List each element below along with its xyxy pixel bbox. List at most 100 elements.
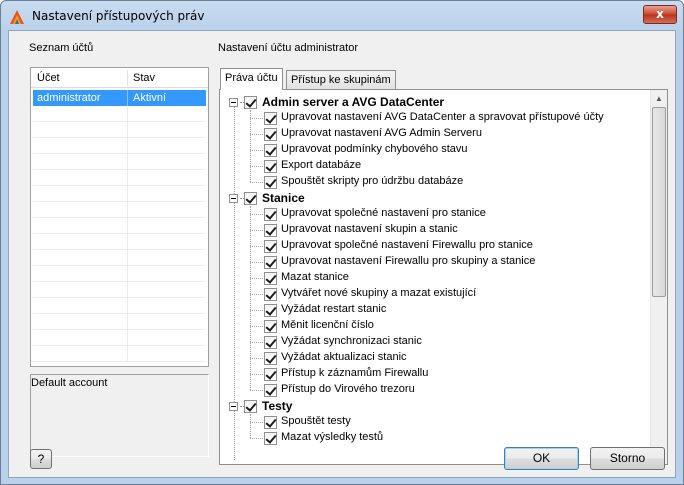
- permission-checkbox[interactable]: [264, 352, 277, 365]
- cancel-button[interactable]: Storno: [590, 447, 665, 470]
- close-icon: x: [656, 7, 664, 21]
- tab-label: Práva účtu: [225, 72, 278, 84]
- permission-checkbox[interactable]: [264, 112, 277, 125]
- permission-item[interactable]: Přístup do Virového trezoru: [220, 382, 650, 398]
- account-name: administrator: [37, 92, 101, 104]
- ok-button[interactable]: OK: [504, 447, 579, 470]
- rights-tree[interactable]: Admin server a AVG DataCenter Upravovat n…: [220, 90, 650, 464]
- collapse-icon[interactable]: [229, 402, 238, 411]
- accounts-list[interactable]: Účet Stav administrator Aktivní: [30, 67, 209, 367]
- tree-group[interactable]: Stanice: [220, 190, 650, 206]
- rights-tree-panel: Admin server a AVG DataCenter Upravovat n…: [219, 89, 668, 465]
- permission-checkbox[interactable]: [264, 368, 277, 381]
- permission-item[interactable]: Upravovat nastavení Firewallu pro skupin…: [220, 254, 650, 270]
- tree-group[interactable]: Testy: [220, 398, 650, 414]
- tree-group[interactable]: Admin server a AVG DataCenter: [220, 94, 650, 110]
- cell-separator: [127, 266, 128, 282]
- empty-row: [33, 330, 206, 346]
- permission-checkbox[interactable]: [264, 240, 277, 253]
- tree-connector: [250, 262, 263, 263]
- empty-row: [33, 282, 206, 298]
- cell-separator: [127, 122, 128, 138]
- permission-label: Spouštět skripty pro údržbu databáze: [281, 175, 464, 187]
- group-checkbox[interactable]: [244, 192, 257, 205]
- permission-checkbox[interactable]: [264, 128, 277, 141]
- scrollbar-thumb[interactable]: [652, 107, 666, 297]
- tree-connector: [250, 358, 263, 359]
- scroll-up-icon[interactable]: ▲: [651, 90, 667, 107]
- permission-checkbox[interactable]: [264, 144, 277, 157]
- permission-item[interactable]: Vyžádat restart stanic: [220, 302, 650, 318]
- permission-checkbox[interactable]: [264, 224, 277, 237]
- title-bar[interactable]: Nastavení přístupových práv x: [1, 1, 683, 31]
- permission-checkbox[interactable]: [264, 160, 277, 173]
- column-header-account[interactable]: Účet: [37, 72, 60, 84]
- permission-item[interactable]: Vyžádat aktualizaci stanic: [220, 350, 650, 366]
- empty-row: [33, 266, 206, 282]
- tree-connector: [250, 326, 263, 327]
- close-button[interactable]: x: [643, 5, 677, 24]
- permission-item[interactable]: Spouštět skripty pro údržbu databáze: [220, 174, 650, 190]
- permission-checkbox[interactable]: [264, 384, 277, 397]
- group-checkbox[interactable]: [244, 96, 257, 109]
- group-checkbox[interactable]: [244, 400, 257, 413]
- tree-connector: [250, 294, 263, 295]
- cell-separator: [127, 138, 128, 154]
- permission-item[interactable]: Mazat výsledky testů: [220, 430, 650, 446]
- permission-item[interactable]: Upravovat nastavení skupin a stanic: [220, 222, 650, 238]
- tab-account-rights[interactable]: Práva účtu: [220, 68, 283, 90]
- cell-separator: [127, 90, 128, 106]
- collapse-icon[interactable]: [229, 194, 238, 203]
- permission-checkbox[interactable]: [264, 272, 277, 285]
- permission-checkbox[interactable]: [264, 336, 277, 349]
- cell-separator: [127, 186, 128, 202]
- permission-item[interactable]: Upravovat nastavení AVG Admin Serveru: [220, 126, 650, 142]
- permission-label: Spouštět testy: [281, 415, 351, 427]
- cell-separator: [127, 330, 128, 346]
- group-label: Testy: [262, 399, 293, 413]
- empty-row: [33, 186, 206, 202]
- permission-item[interactable]: Vyžádat synchronizaci stanic: [220, 334, 650, 350]
- vertical-scrollbar[interactable]: ▲ ▼: [650, 90, 667, 464]
- permission-checkbox[interactable]: [264, 304, 277, 317]
- permission-item[interactable]: Spouštět testy: [220, 414, 650, 430]
- permission-label: Upravovat nastavení skupin a stanic: [281, 223, 458, 235]
- cell-separator: [127, 154, 128, 170]
- tree-connector: [250, 438, 263, 439]
- column-header-status[interactable]: Stav: [133, 72, 155, 84]
- permission-checkbox[interactable]: [264, 176, 277, 189]
- empty-row: [33, 122, 206, 138]
- permission-label: Přístup k záznamům Firewallu: [281, 367, 429, 379]
- cell-separator: [127, 314, 128, 330]
- permission-label: Vytvářet nové skupiny a mazat existující: [281, 287, 477, 299]
- permission-item[interactable]: Upravovat podmínky chybového stavu: [220, 142, 650, 158]
- tree-connector: [250, 214, 263, 215]
- cell-separator: [127, 170, 128, 186]
- empty-row: [33, 346, 206, 362]
- permission-label: Vyžádat aktualizaci stanic: [281, 351, 407, 363]
- permission-label: Upravovat nastavení AVG Admin Serveru: [281, 127, 482, 139]
- permission-item[interactable]: Měnit licenční číslo: [220, 318, 650, 334]
- collapse-icon[interactable]: [229, 98, 238, 107]
- permission-item[interactable]: Upravovat společné nastavení Firewallu p…: [220, 238, 650, 254]
- permission-item[interactable]: Upravovat nastavení AVG DataCenter a spr…: [220, 110, 650, 126]
- permission-checkbox[interactable]: [264, 320, 277, 333]
- permission-checkbox[interactable]: [264, 208, 277, 221]
- permission-item[interactable]: Export databáze: [220, 158, 650, 174]
- help-button[interactable]: ?: [30, 449, 52, 469]
- accounts-list-header: Účet Stav: [31, 68, 208, 88]
- empty-row: [33, 170, 206, 186]
- account-description-text: Default account: [31, 377, 108, 389]
- permission-item[interactable]: Mazat stanice: [220, 270, 650, 286]
- permission-checkbox[interactable]: [264, 288, 277, 301]
- account-row-administrator[interactable]: administrator Aktivní: [33, 90, 206, 106]
- tab-group-access[interactable]: Přístup ke skupinám: [286, 70, 396, 90]
- permission-checkbox[interactable]: [264, 256, 277, 269]
- permission-checkbox[interactable]: [264, 416, 277, 429]
- permission-item[interactable]: Upravovat společné nastavení pro stanice: [220, 206, 650, 222]
- tree-connector: [250, 246, 263, 247]
- permission-checkbox[interactable]: [264, 432, 277, 445]
- permission-item[interactable]: Přístup k záznamům Firewallu: [220, 366, 650, 382]
- permission-item[interactable]: Vytvářet nové skupiny a mazat existující: [220, 286, 650, 302]
- tree-connector: [250, 110, 251, 182]
